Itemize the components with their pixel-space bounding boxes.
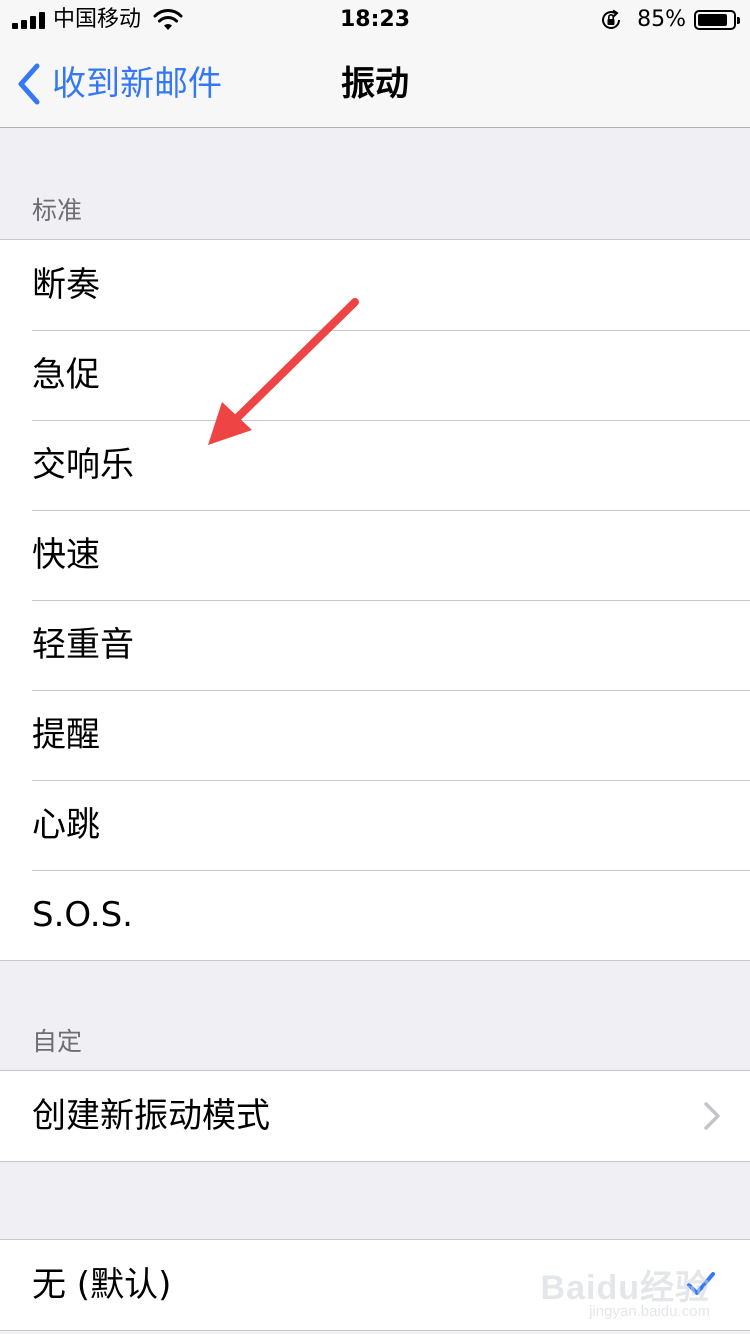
status-bar: 中国移动 18:23 85% [0, 0, 750, 40]
list-item-label: S.O.S. [32, 895, 133, 935]
nav-bar: 收到新邮件 振动 [0, 40, 750, 128]
chevron-right-icon [704, 1102, 720, 1130]
list-item-label: 断奏 [32, 265, 100, 305]
rotation-lock-icon [602, 9, 621, 29]
list-item-accent[interactable]: 轻重音 [0, 600, 750, 690]
list-item-label: 轻重音 [32, 625, 134, 665]
battery-fill [698, 14, 727, 26]
list-item-alert[interactable]: 提醒 [0, 690, 750, 780]
page-title: 振动 [341, 64, 409, 104]
none-default-option[interactable]: 无 (默认) [0, 1240, 750, 1330]
create-new-vibration-label: 创建新振动模式 [32, 1096, 270, 1136]
section-header-custom: 自定 [32, 1027, 83, 1056]
list-item-label: 快速 [32, 535, 100, 575]
list-item-rapid[interactable]: 急促 [0, 330, 750, 420]
create-new-vibration-button[interactable]: 创建新振动模式 [0, 1071, 750, 1161]
battery-cap [737, 17, 740, 24]
list-item-symphony[interactable]: 交响乐 [0, 420, 750, 510]
custom-vibration-group: 创建新振动模式 [0, 1070, 750, 1162]
battery-icon [694, 10, 740, 30]
none-default-label: 无 (默认) [32, 1265, 172, 1305]
list-item-quick[interactable]: 快速 [0, 510, 750, 600]
status-right: 85% [599, 6, 740, 34]
list-item-label: 提醒 [32, 715, 100, 755]
standard-vibration-list: 断奏 急促 交响乐 快速 轻重音 提醒 心跳 S.O.S. [0, 239, 750, 961]
section-header-standard: 标准 [32, 196, 83, 225]
none-vibration-group: 无 (默认) [0, 1239, 750, 1331]
list-item-label: 心跳 [32, 805, 100, 845]
list-item-label: 急促 [32, 355, 100, 395]
list-item-staccato[interactable]: 断奏 [0, 240, 750, 330]
battery-percent: 85% [637, 7, 686, 32]
list-item-sos[interactable]: S.O.S. [0, 870, 750, 960]
list-item-label: 交响乐 [32, 445, 134, 485]
checkmark-icon [687, 1272, 715, 1295]
list-item-heartbeat[interactable]: 心跳 [0, 780, 750, 870]
